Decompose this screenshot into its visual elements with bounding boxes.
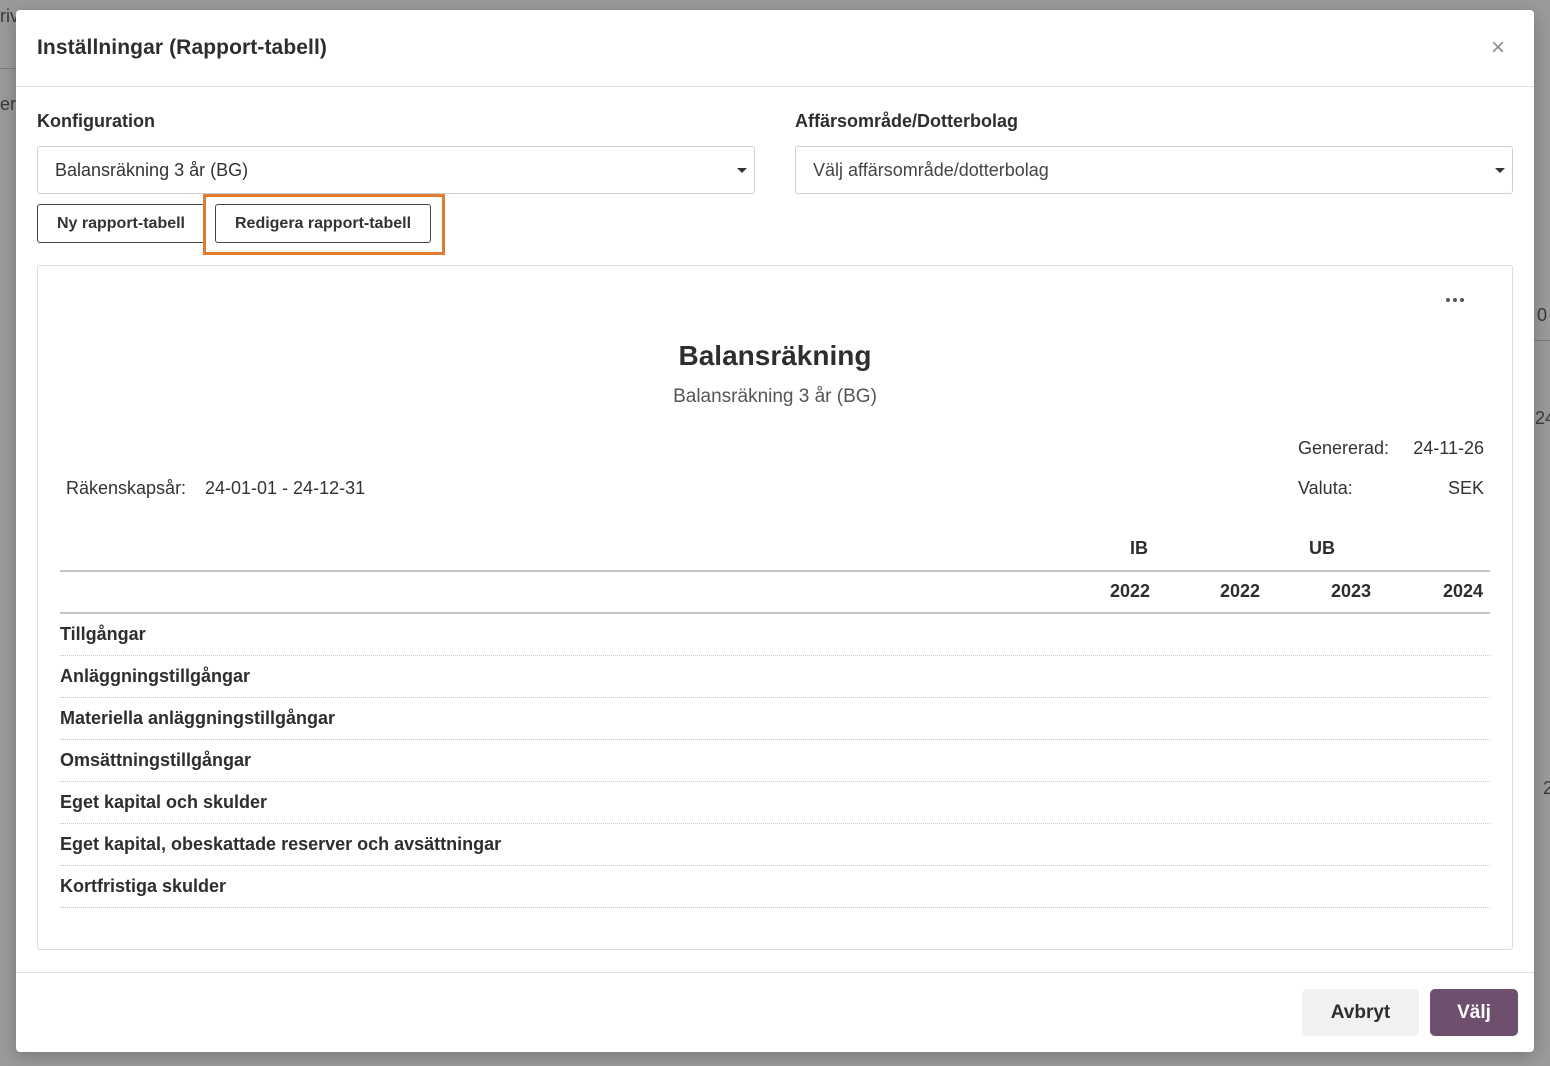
table-row: Materiella anläggningstillgångar xyxy=(60,698,1490,740)
settings-modal: Inställningar (Rapport-tabell) × Konfigu… xyxy=(16,10,1534,1052)
row-label: Omsättningstillgångar xyxy=(60,750,252,770)
column-group-ub: UB xyxy=(1309,538,1335,558)
row-label: Tillgångar xyxy=(60,624,146,644)
new-report-table-button[interactable]: Ny rapport-tabell xyxy=(37,204,205,243)
row-label: Eget kapital, obeskattade reserver och a… xyxy=(60,834,502,854)
generated-label: Genererad: xyxy=(1298,438,1390,458)
close-icon[interactable]: × xyxy=(1484,34,1512,62)
cancel-button[interactable]: Avbryt xyxy=(1302,989,1419,1036)
background-text-fragment: 0 xyxy=(1537,305,1548,325)
modal-footer: Avbryt Välj xyxy=(16,972,1534,1052)
business-area-placeholder: Välj affärsområde/dotterbolag xyxy=(813,159,1049,180)
row-label: Kortfristiga skulder xyxy=(60,876,227,896)
table-row: Kortfristiga skulder xyxy=(60,866,1490,908)
table-header-years: 2022 2022 2023 2024 xyxy=(60,572,1490,614)
modal-title: Inställningar (Rapport-tabell) xyxy=(37,36,328,59)
report-preview: Balansräkning Balansräkning 3 år (BG) Rä… xyxy=(37,265,1513,950)
background-text-fragment: 24 xyxy=(1535,408,1550,428)
table-row: Omsättningstillgångar xyxy=(60,740,1490,782)
edit-report-table-button[interactable]: Redigera rapport-tabell xyxy=(215,204,431,243)
column-group-ib: IB xyxy=(1130,538,1148,558)
row-label: Anläggningstillgångar xyxy=(60,666,251,686)
chevron-down-icon xyxy=(737,168,747,173)
more-options-icon[interactable] xyxy=(1446,298,1464,302)
configuration-label: Konfiguration xyxy=(37,111,155,131)
currency-label: Valuta: xyxy=(1298,478,1353,498)
column-year: 2024 xyxy=(1442,581,1483,601)
business-area-label: Affärsområde/Dotterbolag xyxy=(795,111,1019,131)
column-year: 2022 xyxy=(1219,581,1260,601)
modal-header: Inställningar (Rapport-tabell) × xyxy=(16,10,1534,87)
table-row: Tillgångar xyxy=(60,614,1490,656)
background-divider xyxy=(0,68,16,69)
currency-value: SEK xyxy=(1447,478,1484,498)
table-row: Anläggningstillgångar xyxy=(60,656,1490,698)
table-header-groups: IB UB xyxy=(60,528,1490,572)
background-text-fragment: 2 xyxy=(1543,778,1550,798)
background-text-fragment: er xyxy=(0,94,17,114)
fiscal-year-value: 24-01-01 - 24-12-31 xyxy=(205,478,366,498)
chevron-down-icon xyxy=(1495,168,1505,173)
generated-value: 24-11-26 xyxy=(1413,438,1484,458)
select-button[interactable]: Välj xyxy=(1430,989,1518,1036)
business-area-select[interactable]: Välj affärsområde/dotterbolag xyxy=(795,146,1513,194)
fiscal-year-label: Räkenskapsår: xyxy=(66,478,187,498)
report-title: Balansräkning xyxy=(678,340,872,371)
column-year: 2023 xyxy=(1330,581,1371,601)
background-divider xyxy=(1534,340,1550,341)
configuration-selected-value: Balansräkning 3 år (BG) xyxy=(55,159,249,180)
table-row: Eget kapital, obeskattade reserver och a… xyxy=(60,824,1490,866)
table-row: Eget kapital och skulder xyxy=(60,782,1490,824)
report-table: IB UB 2022 2022 2023 2024 Tillgångar Anl… xyxy=(60,528,1490,908)
report-subtitle: Balansräkning 3 år (BG) xyxy=(673,386,877,407)
column-year: 2022 xyxy=(1109,581,1150,601)
row-label: Materiella anläggningstillgångar xyxy=(60,708,336,728)
configuration-select[interactable]: Balansräkning 3 år (BG) xyxy=(37,146,755,194)
row-label: Eget kapital och skulder xyxy=(60,792,268,812)
